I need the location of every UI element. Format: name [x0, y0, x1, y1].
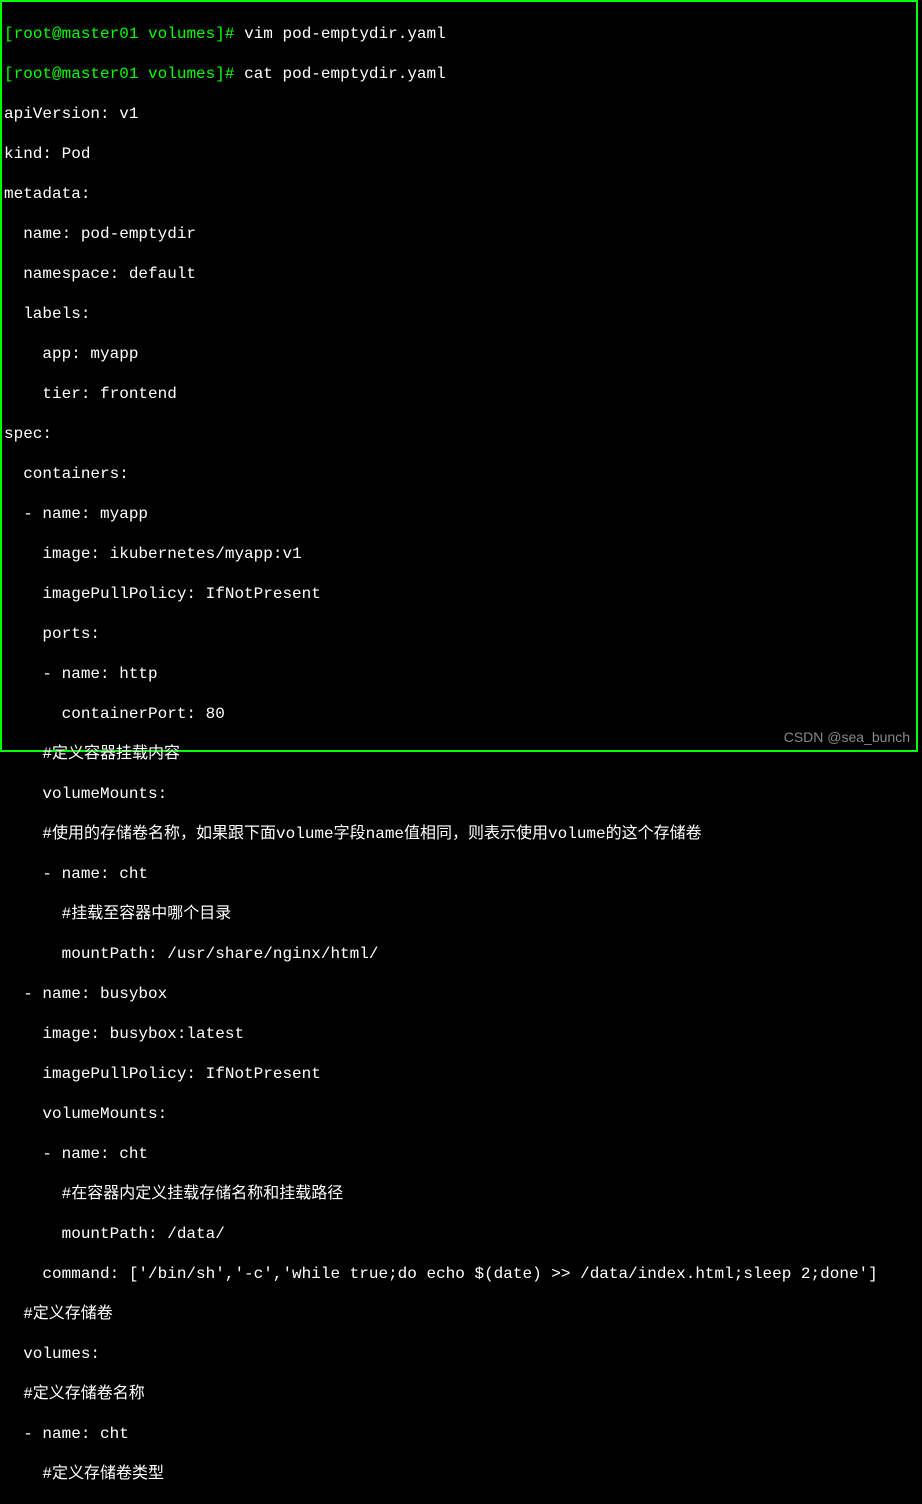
- prompt-open-bracket: [: [4, 25, 14, 43]
- yaml-line: #挂载至容器中哪个目录: [2, 904, 916, 924]
- yaml-line: #定义容器挂载内容: [2, 744, 916, 764]
- prompt-line-2: [root@master01 volumes]# cat pod-emptydi…: [2, 64, 916, 84]
- yaml-line: imagePullPolicy: IfNotPresent: [2, 1064, 916, 1084]
- yaml-line: image: ikubernetes/myapp:v1: [2, 544, 916, 564]
- prompt-host: master01: [62, 65, 139, 83]
- prompt-at: @: [52, 25, 62, 43]
- yaml-line: apiVersion: v1: [2, 104, 916, 124]
- yaml-line: containers:: [2, 464, 916, 484]
- prompt-close-bracket: ]: [215, 25, 225, 43]
- yaml-line: app: myapp: [2, 344, 916, 364]
- yaml-line: - name: cht: [2, 1424, 916, 1444]
- prompt-user: root: [14, 65, 52, 83]
- yaml-line: ports:: [2, 624, 916, 644]
- yaml-line: volumeMounts:: [2, 784, 916, 804]
- yaml-line: command: ['/bin/sh','-c','while true;do …: [2, 1264, 916, 1284]
- prompt-open-bracket: [: [4, 65, 14, 83]
- yaml-line: namespace: default: [2, 264, 916, 284]
- yaml-line: spec:: [2, 424, 916, 444]
- yaml-line: - name: myapp: [2, 504, 916, 524]
- yaml-line: mountPath: /data/: [2, 1224, 916, 1244]
- yaml-line: name: pod-emptydir: [2, 224, 916, 244]
- yaml-line: #定义存储卷名称: [2, 1384, 916, 1404]
- command-input-1: vim pod-emptydir.yaml: [234, 25, 445, 43]
- yaml-line: - name: http: [2, 664, 916, 684]
- yaml-line: - name: cht: [2, 864, 916, 884]
- yaml-line: volumeMounts:: [2, 1104, 916, 1124]
- prompt-cwd: volumes: [138, 25, 215, 43]
- yaml-line: #在容器内定义挂载存储名称和挂载路径: [2, 1184, 916, 1204]
- yaml-line: image: busybox:latest: [2, 1024, 916, 1044]
- prompt-close-bracket: ]: [215, 65, 225, 83]
- yaml-line: #定义存储卷类型: [2, 1464, 916, 1484]
- yaml-line: - name: cht: [2, 1144, 916, 1164]
- yaml-line: labels:: [2, 304, 916, 324]
- prompt-line-1: [root@master01 volumes]# vim pod-emptydi…: [2, 24, 916, 44]
- yaml-line: kind: Pod: [2, 144, 916, 164]
- yaml-line: tier: frontend: [2, 384, 916, 404]
- command-input-2: cat pod-emptydir.yaml: [234, 65, 445, 83]
- yaml-line: imagePullPolicy: IfNotPresent: [2, 584, 916, 604]
- yaml-line: volumes:: [2, 1344, 916, 1364]
- yaml-line: containerPort: 80: [2, 704, 916, 724]
- yaml-line: - name: busybox: [2, 984, 916, 1004]
- yaml-line: #使用的存储卷名称，如果跟下面volume字段name值相同，则表示使用volu…: [2, 824, 916, 844]
- yaml-line: #定义存储卷: [2, 1304, 916, 1324]
- prompt-user: root: [14, 25, 52, 43]
- prompt-host: master01: [62, 25, 139, 43]
- prompt-at: @: [52, 65, 62, 83]
- yaml-line: mountPath: /usr/share/nginx/html/: [2, 944, 916, 964]
- watermark-text: CSDN @sea_bunch: [784, 729, 910, 747]
- terminal-window[interactable]: [root@master01 volumes]# vim pod-emptydi…: [0, 0, 918, 752]
- prompt-cwd: volumes: [138, 65, 215, 83]
- yaml-line: metadata:: [2, 184, 916, 204]
